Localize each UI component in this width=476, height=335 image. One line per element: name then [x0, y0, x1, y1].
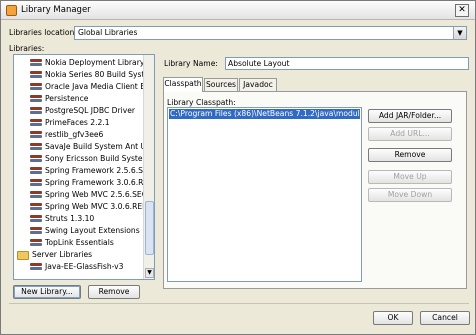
library-icon: [30, 107, 42, 116]
classpath-entry[interactable]: C:\Program Files (x86)\NetBeans 7.1.2\ja…: [169, 109, 360, 119]
tab-classpath[interactable]: Classpath: [163, 77, 203, 92]
tree-item-label: PrimeFaces 2.2.1: [45, 118, 110, 127]
chevron-down-icon[interactable]: ▼: [453, 27, 466, 39]
library-icon: [30, 71, 42, 80]
tree-item-label: restlib_gfv3ee6: [45, 130, 104, 139]
new-library-button[interactable]: New Library...: [13, 285, 81, 299]
tree-scrollbar[interactable]: ▼: [143, 55, 154, 279]
tree-item-label: Persistence: [45, 94, 89, 103]
library-manager-dialog: Library Manager ✕ Libraries location: Gl…: [0, 0, 476, 335]
libraries-location-select[interactable]: Global Libraries ▼: [74, 26, 467, 40]
library-icon: [30, 227, 42, 236]
library-name-field[interactable]: Absolute Layout: [225, 57, 469, 70]
tree-item-label: Spring Web MVC 2.5.6.SEC03: [45, 190, 155, 199]
library-icon: [30, 83, 42, 92]
library-icon: [30, 179, 42, 188]
folder-icon: [17, 251, 29, 260]
libraries-location-value: Global Libraries: [78, 28, 138, 37]
classpath-list[interactable]: C:\Program Files (x86)\NetBeans 7.1.2\ja…: [167, 107, 362, 282]
library-name-value: Absolute Layout: [228, 59, 290, 68]
libraries-label: Libraries:: [9, 44, 45, 53]
scroll-down-icon[interactable]: ▼: [145, 268, 154, 278]
library-icon: [30, 167, 42, 176]
tree-item-label: PostgreSQL JDBC Driver: [45, 106, 136, 115]
scrollbar-thumb[interactable]: [145, 201, 154, 255]
tree-item-label: Spring Framework 2.5.6.SEC0: [45, 166, 155, 175]
tree-item-label: SavaJe Build System Ant Utili: [45, 142, 155, 151]
tree-group-label: Server Libraries: [32, 250, 93, 259]
library-icon: [30, 239, 42, 248]
tab-sources[interactable]: Sources: [204, 78, 238, 91]
add-jar-folder-button[interactable]: Add JAR/Folder...: [368, 109, 452, 123]
tree-item-label: Spring Framework 3.0.6.RELE: [45, 178, 155, 187]
libraries-location-label: Libraries location:: [9, 28, 77, 37]
tree-item-label: Oracle Java Media Client Build: [45, 82, 155, 91]
library-name-label: Library Name:: [164, 59, 218, 68]
library-classpath-label: Library Classpath:: [167, 98, 236, 107]
library-icon: [30, 59, 42, 68]
window-title: Library Manager: [21, 5, 91, 15]
tree-item-label: Spring Web MVC 3.0.6.RELEA: [45, 202, 155, 211]
library-icon: [30, 119, 42, 128]
remove-classpath-button[interactable]: Remove: [368, 148, 452, 162]
library-icon: [30, 131, 42, 140]
close-button[interactable]: ✕: [455, 4, 469, 17]
add-url-button[interactable]: Add URL...: [368, 127, 452, 141]
move-up-button[interactable]: Move Up: [368, 170, 452, 184]
tree-item-label: Nokia Deployment Library: [45, 58, 145, 67]
tree-item-label: Struts 1.3.10: [45, 214, 95, 223]
tree-item-label: Swing Layout Extensions: [45, 226, 140, 235]
library-icon: [30, 95, 42, 104]
library-icon: [30, 143, 42, 152]
library-icon: [30, 191, 42, 200]
library-icon: [30, 203, 42, 212]
libraries-tree[interactable]: Nokia Deployment Library Nokia Series 80…: [13, 54, 155, 280]
tree-item-label: Sony Ericsson Build System A: [45, 154, 155, 163]
library-icon: [30, 215, 42, 224]
title-bar: Library Manager ✕: [1, 1, 475, 20]
library-manager-icon: [6, 5, 17, 16]
library-icon: [30, 263, 42, 272]
cancel-button[interactable]: Cancel: [420, 311, 470, 325]
ok-button[interactable]: OK: [373, 311, 413, 325]
tab-javadoc[interactable]: Javadoc: [239, 78, 277, 91]
divider: [9, 303, 469, 304]
tree-item-label: Nokia Series 80 Build System: [45, 70, 155, 79]
move-down-button[interactable]: Move Down: [368, 188, 452, 202]
tree-item-label: Java-EE-GlassFish-v3: [45, 262, 124, 271]
tree-item-label: TopLink Essentials: [45, 238, 114, 247]
library-icon: [30, 155, 42, 164]
remove-library-button[interactable]: Remove: [88, 285, 140, 299]
